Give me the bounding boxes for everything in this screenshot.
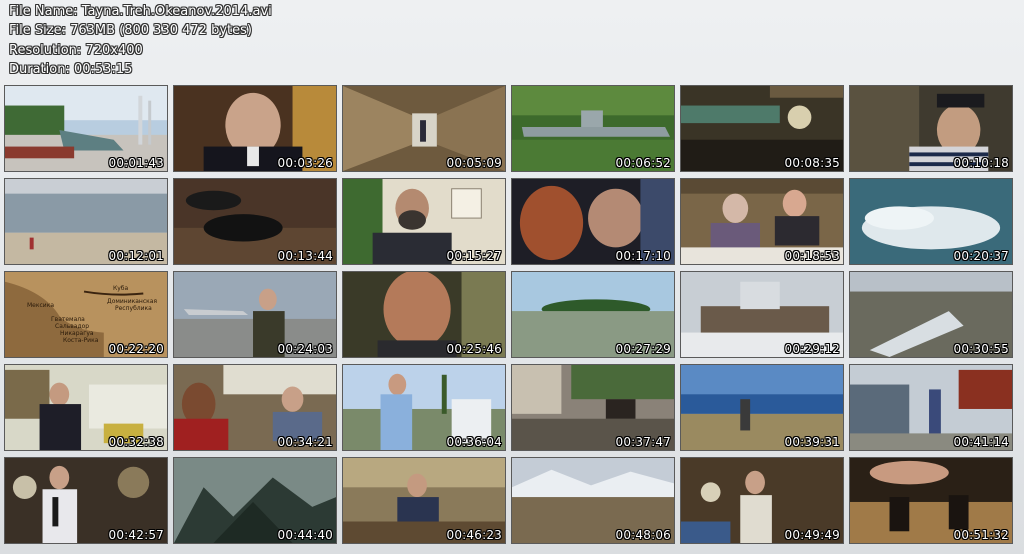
thumbnail[interactable]: 00:13:44 [173, 178, 337, 265]
thumbnail[interactable]: 00:32:38 [4, 364, 168, 451]
map-label: Сальвадор [55, 323, 90, 330]
timestamp: 00:15:27 [446, 249, 502, 263]
timestamp: 00:29:12 [784, 342, 840, 356]
timestamp: 00:06:52 [615, 156, 671, 170]
thumbnail[interactable]: 00:41:14 [849, 364, 1013, 451]
timestamp: 00:37:47 [615, 435, 671, 449]
timestamp: 00:51:32 [953, 528, 1009, 542]
thumbnail[interactable]: 00:24:03 [173, 271, 337, 358]
thumbnail[interactable]: 00:30:55 [849, 271, 1013, 358]
resolution-label: Resolution: 720x400 [9, 42, 143, 58]
thumbnail[interactable]: 00:06:52 [511, 85, 675, 172]
map-label: Мексика [27, 302, 54, 309]
timestamp: 00:41:14 [953, 435, 1009, 449]
thumbnail[interactable]: 00:20:37 [849, 178, 1013, 265]
timestamp: 00:46:23 [446, 528, 502, 542]
timestamp: 00:36:04 [446, 435, 502, 449]
timestamp: 00:03:26 [277, 156, 333, 170]
timestamp: 00:22:20 [108, 342, 164, 356]
thumbnail[interactable]: 00:27:29 [511, 271, 675, 358]
thumbnail[interactable]: 00:46:23 [342, 457, 506, 544]
timestamp: 00:42:57 [108, 528, 164, 542]
thumbnail[interactable]: 00:10:18 [849, 85, 1013, 172]
thumbnail[interactable]: 00:37:47 [511, 364, 675, 451]
timestamp: 00:01:43 [108, 156, 164, 170]
timestamp: 00:32:38 [108, 435, 164, 449]
thumbnail[interactable]: 00:36:04 [342, 364, 506, 451]
map-label: Коста-Рика [63, 337, 99, 344]
timestamp: 00:12:01 [108, 249, 164, 263]
map-label: Доминиканская [107, 298, 158, 305]
thumbnail[interactable]: 00:15:27 [342, 178, 506, 265]
timestamp: 00:30:55 [953, 342, 1009, 356]
timestamp: 00:44:40 [277, 528, 333, 542]
timestamp: 00:10:18 [953, 156, 1009, 170]
thumbnail[interactable]: 00:39:31 [680, 364, 844, 451]
map-label: Гватемала [51, 316, 85, 323]
file-name-label: File Name: Tayna.Treh.Okeanov.2014.avi [9, 4, 272, 19]
timestamp: 00:39:31 [784, 435, 840, 449]
thumbnail[interactable]: 00:18:53 [680, 178, 844, 265]
map-label: Республика [115, 305, 152, 312]
timestamp: 00:27:29 [615, 342, 671, 356]
thumbnail[interactable]: 00:05:09 [342, 85, 506, 172]
timestamp: 00:18:53 [784, 249, 840, 263]
thumbnail[interactable]: 00:25:46 [342, 271, 506, 358]
thumbnail[interactable]: 00:08:35 [680, 85, 844, 172]
timestamp: 00:08:35 [784, 156, 840, 170]
file-size-label: File Size: 763MB (800 330 472 bytes) [9, 23, 252, 39]
map-label: Никарагуа [60, 330, 94, 337]
timestamp: 00:05:09 [446, 156, 502, 170]
thumbnail[interactable]: 00:51:32 [849, 457, 1013, 544]
timestamp: 00:17:10 [615, 249, 671, 263]
thumbnail[interactable]: 00:29:12 [680, 271, 844, 358]
thumbnail[interactable]: 00:03:26 [173, 85, 337, 172]
thumbnail[interactable]: 00:48:06 [511, 457, 675, 544]
map-label: Куба [113, 285, 129, 292]
thumbnail[interactable]: 00:49:49 [680, 457, 844, 544]
timestamp: 00:48:06 [615, 528, 671, 542]
timestamp: 00:34:21 [277, 435, 333, 449]
thumbnail-grid: 00:01:43 00:03:26 00:05:09 00:06:52 00:0… [4, 85, 1016, 547]
duration-label: Duration: 00:53:15 [9, 62, 133, 78]
timestamp: 00:24:03 [277, 342, 333, 356]
timestamp: 00:49:49 [784, 528, 840, 542]
timestamp: 00:13:44 [277, 249, 333, 263]
thumbnail[interactable]: 00:12:01 [4, 178, 168, 265]
file-info-header: File Name: Tayna.Treh.Okeanov.2014.avi F… [9, 2, 272, 80]
timestamp: 00:20:37 [953, 249, 1009, 263]
thumbnail[interactable]: 00:42:57 [4, 457, 168, 544]
thumbnail[interactable]: Мексика Куба Доминиканская Республика Гв… [4, 271, 168, 358]
thumbnail[interactable]: 00:44:40 [173, 457, 337, 544]
thumbnail[interactable]: 00:01:43 [4, 85, 168, 172]
thumbnail[interactable]: 00:17:10 [511, 178, 675, 265]
thumbnail[interactable]: 00:34:21 [173, 364, 337, 451]
timestamp: 00:25:46 [446, 342, 502, 356]
